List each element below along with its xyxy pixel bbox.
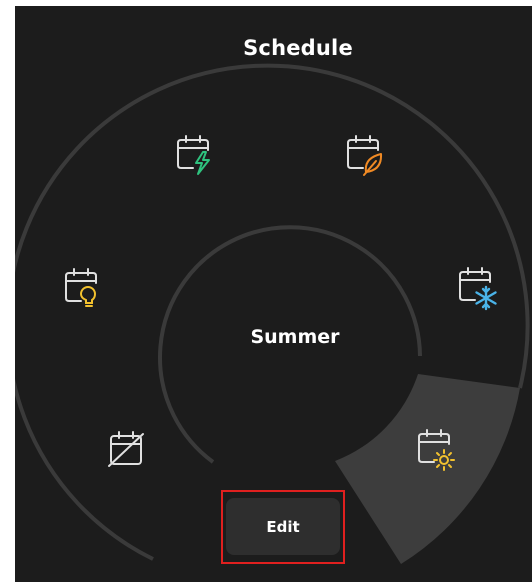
calendar-lightning-icon[interactable] xyxy=(177,135,210,175)
calendar-lightbulb-icon[interactable] xyxy=(65,268,97,307)
calendar-off-icon[interactable] xyxy=(108,431,144,467)
calendar-snowflake-icon[interactable] xyxy=(459,267,497,311)
edit-button[interactable]: Edit xyxy=(226,498,340,555)
schedule-panel: Schedule Summer Edit xyxy=(15,6,532,582)
active-mode-label: Summer xyxy=(250,326,340,348)
selected-mode-sector[interactable] xyxy=(335,374,520,564)
calendar-leaf-icon[interactable] xyxy=(347,135,383,176)
